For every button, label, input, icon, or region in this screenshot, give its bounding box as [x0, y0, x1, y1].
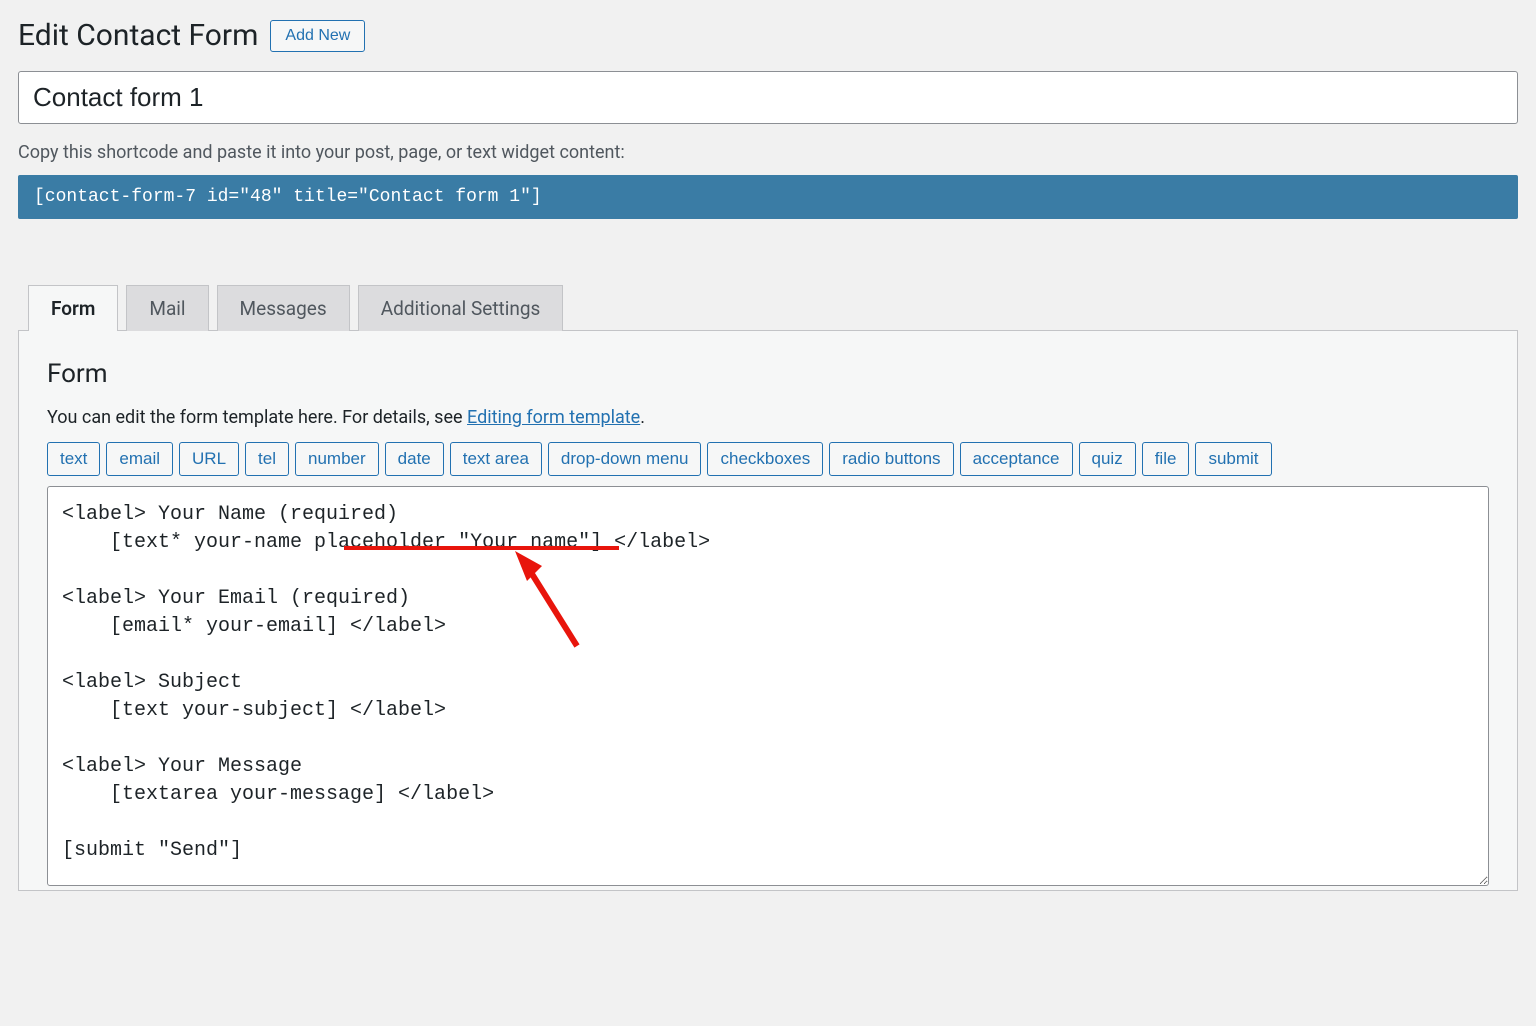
panel-heading: Form	[47, 359, 1489, 389]
tab-messages[interactable]: Messages	[217, 285, 350, 331]
tab-additional-settings[interactable]: Additional Settings	[358, 285, 564, 331]
tag-checkboxes-button[interactable]: checkboxes	[707, 442, 823, 476]
tab-form[interactable]: Form	[28, 285, 118, 331]
form-template-textarea[interactable]	[47, 486, 1489, 886]
tag-number-button[interactable]: number	[295, 442, 379, 476]
tag-radio-button[interactable]: radio buttons	[829, 442, 953, 476]
panel-description-prefix: You can edit the form template here. For…	[47, 407, 467, 428]
tag-url-button[interactable]: URL	[179, 442, 239, 476]
tag-generator-buttons: text email URL tel number date text area…	[47, 442, 1489, 476]
tag-acceptance-button[interactable]: acceptance	[960, 442, 1073, 476]
add-new-button[interactable]: Add New	[270, 20, 365, 52]
editing-form-template-link[interactable]: Editing form template	[467, 407, 640, 428]
panel-description-suffix: .	[640, 407, 645, 428]
tag-quiz-button[interactable]: quiz	[1079, 442, 1136, 476]
tag-text-button[interactable]: text	[47, 442, 100, 476]
shortcode-instruction: Copy this shortcode and paste it into yo…	[18, 142, 1518, 163]
tag-textarea-button[interactable]: text area	[450, 442, 542, 476]
tab-nav: Form Mail Messages Additional Settings	[28, 284, 1518, 330]
tag-submit-button[interactable]: submit	[1195, 442, 1271, 476]
tab-mail[interactable]: Mail	[126, 285, 208, 331]
tag-email-button[interactable]: email	[106, 442, 173, 476]
tag-date-button[interactable]: date	[385, 442, 444, 476]
panel-description: You can edit the form template here. For…	[47, 407, 1489, 428]
tag-dropdown-button[interactable]: drop-down menu	[548, 442, 702, 476]
tag-file-button[interactable]: file	[1142, 442, 1190, 476]
tag-tel-button[interactable]: tel	[245, 442, 289, 476]
shortcode-display[interactable]: [contact-form-7 id="48" title="Contact f…	[18, 175, 1518, 219]
form-title-input[interactable]	[18, 71, 1518, 124]
page-title: Edit Contact Form	[18, 18, 258, 53]
form-panel: Form You can edit the form template here…	[18, 330, 1518, 891]
